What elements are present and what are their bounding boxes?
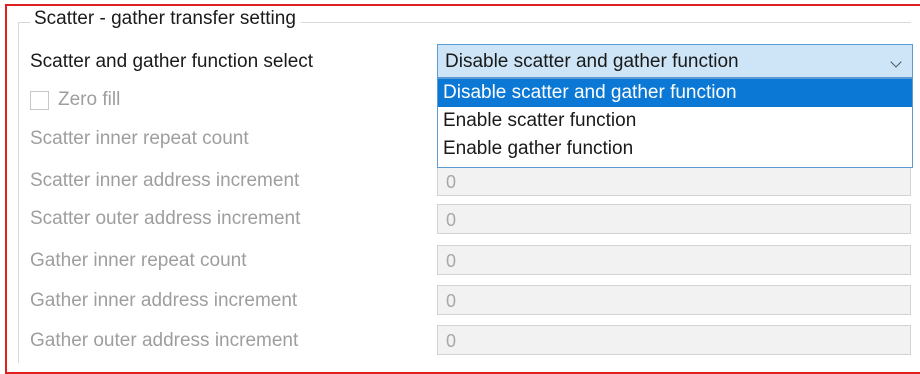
function-select-dropdown[interactable]: Disable scatter and gather function [437, 44, 913, 78]
gather-outer-address-increment-field[interactable]: 0 [437, 325, 911, 355]
groupbox-title: Scatter - gather transfer setting [30, 8, 301, 30]
gather-inner-repeat-count-label: Gather inner repeat count [30, 250, 247, 271]
gather-inner-address-increment-label: Gather inner address increment [30, 290, 298, 311]
option-enable-scatter[interactable]: Enable scatter function [438, 107, 912, 135]
scatter-inner-repeat-count-label: Scatter inner repeat count [30, 128, 249, 149]
zero-fill-checkbox[interactable] [30, 91, 49, 110]
option-disable-scatter-gather[interactable]: Disable scatter and gather function [438, 79, 912, 107]
option-enable-gather[interactable]: Enable gather function [438, 135, 912, 163]
scatter-outer-address-increment-field[interactable]: 0 [437, 204, 911, 234]
gather-outer-address-increment-label: Gather outer address increment [30, 330, 299, 351]
function-select-options-list[interactable]: Disable scatter and gather function Enab… [437, 78, 913, 168]
scatter-inner-address-increment-field[interactable]: 0 [437, 166, 911, 196]
function-select-value: Disable scatter and gather function [445, 51, 739, 72]
gather-inner-address-increment-field[interactable]: 0 [437, 285, 911, 315]
zero-fill-label: Zero fill [58, 89, 121, 110]
scatter-inner-address-increment-label: Scatter inner address increment [30, 170, 300, 191]
function-select-label: Scatter and gather function select [30, 51, 314, 72]
scatter-outer-address-increment-label: Scatter outer address increment [30, 208, 301, 229]
chevron-down-icon[interactable] [890, 56, 902, 68]
gather-inner-repeat-count-field[interactable]: 0 [437, 245, 911, 275]
